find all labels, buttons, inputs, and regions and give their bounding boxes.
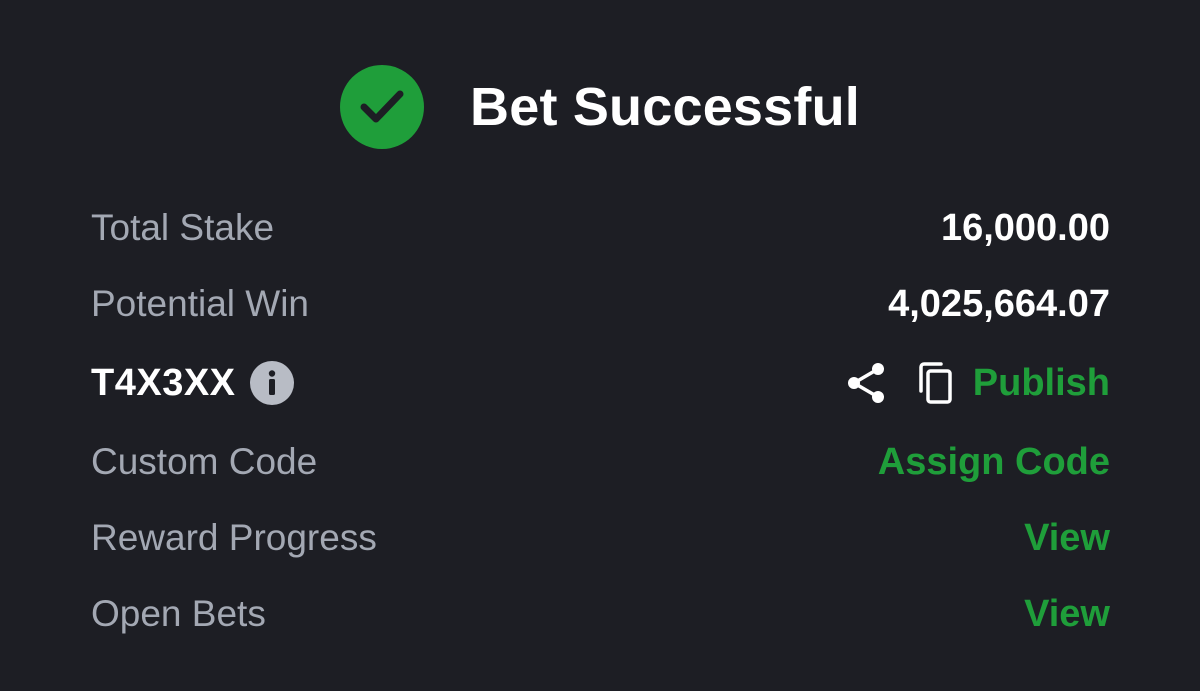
total-stake-row: Total Stake 16,000.00 [91,190,1110,266]
share-icon[interactable] [845,361,889,405]
booking-code-row: T4X3XX Publish [91,342,1110,424]
total-stake-label: Total Stake [91,207,275,248]
potential-win-label: Potential Win [91,283,309,324]
booking-code: T4X3XX [91,361,236,404]
assign-code-button[interactable]: Assign Code [878,441,1110,484]
booking-code-group: T4X3XX [91,361,294,405]
custom-code-label: Custom Code [91,441,318,482]
total-stake-value: 16,000.00 [940,206,1110,249]
reward-progress-row: Reward Progress View [91,500,1110,576]
check-circle-icon [340,65,425,149]
potential-win-value: 4,025,664.07 [888,282,1110,325]
page-title: Bet Successful [470,77,860,137]
open-bets-row: Open Bets View [91,576,1110,652]
info-icon[interactable] [249,361,294,405]
copy-icon[interactable] [913,361,957,405]
booking-code-actions: Publish [845,361,1110,405]
reward-progress-view-button[interactable]: View [1024,517,1110,560]
open-bets-view-button[interactable]: View [1024,593,1110,636]
success-header: Bet Successful [0,62,1200,152]
reward-progress-label: Reward Progress [91,517,377,558]
bet-summary: Total Stake 16,000.00 Potential Win 4,02… [91,190,1110,652]
potential-win-row: Potential Win 4,025,664.07 [91,266,1110,342]
open-bets-label: Open Bets [91,593,266,634]
custom-code-row: Custom Code Assign Code [91,424,1110,500]
publish-button[interactable]: Publish [973,362,1110,405]
